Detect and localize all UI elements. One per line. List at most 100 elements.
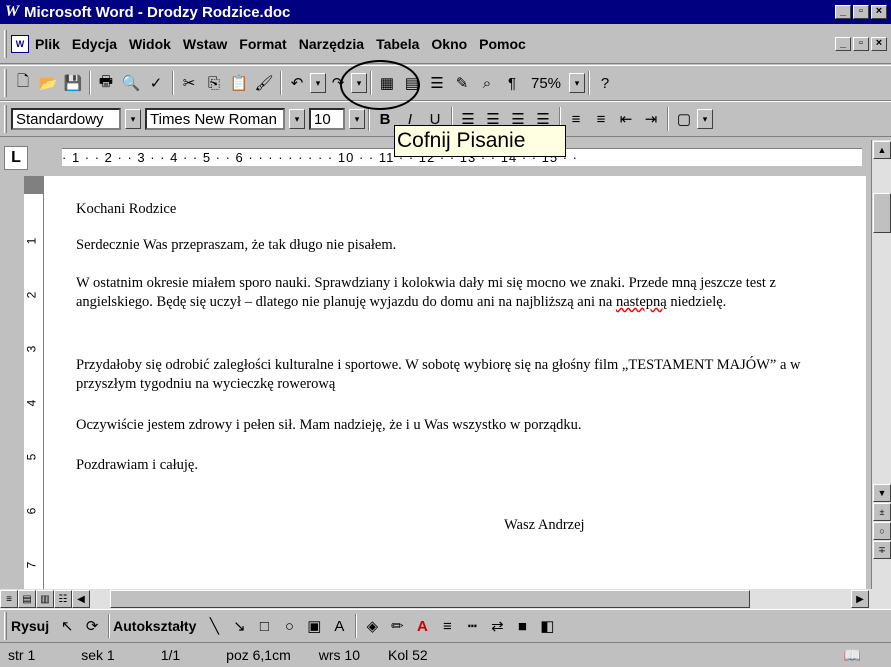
maximize-button[interactable]: ▫: [853, 5, 869, 19]
style-select[interactable]: Standardowy: [11, 108, 121, 130]
undo-icon[interactable]: ↶: [285, 71, 309, 95]
numbering-icon[interactable]: ≡: [564, 107, 588, 131]
paragraph-greeting[interactable]: Kochani Rodzice: [76, 200, 846, 219]
line-color-icon[interactable]: ✏: [385, 614, 409, 638]
paragraph-plans[interactable]: Przydałoby się odrobić zaległości kultur…: [76, 356, 846, 394]
menu-okno[interactable]: Okno: [431, 36, 467, 52]
doc-minimize-button[interactable]: _: [835, 36, 851, 51]
toolbar-grip[interactable]: [4, 69, 7, 97]
menu-tabela[interactable]: Tabela: [376, 36, 419, 52]
minimize-button[interactable]: _: [835, 5, 851, 19]
doc-restore-button[interactable]: ▫: [853, 36, 869, 51]
drawing-toolbar: Rysuj ↖ ⟳ Autokształty ╲ ↘ □ ○ ▣ A ◈ ✏ A…: [0, 609, 891, 643]
vertical-scrollbar[interactable]: ▲ ▼ ± ○ ∓: [871, 140, 891, 589]
rectangle-icon[interactable]: □: [252, 614, 276, 638]
size-select[interactable]: 10: [309, 108, 345, 130]
menu-format[interactable]: Format: [239, 36, 286, 52]
outline-view-icon[interactable]: ☷: [54, 590, 72, 608]
font-select[interactable]: Times New Roman: [145, 108, 285, 130]
show-paragraph-icon[interactable]: ¶: [500, 71, 524, 95]
document-map-icon[interactable]: ⌕: [475, 71, 499, 95]
draw-menu-button[interactable]: Rysuj: [11, 618, 49, 634]
autoshapes-button[interactable]: Autokształty: [113, 618, 196, 634]
doc-close-button[interactable]: ×: [871, 36, 887, 51]
font-color-icon[interactable]: A: [410, 614, 434, 638]
line-icon[interactable]: ╲: [202, 614, 226, 638]
shadow-icon[interactable]: ■: [510, 614, 534, 638]
paragraph-signature[interactable]: Wasz Andrzej: [504, 516, 704, 535]
next-page-icon[interactable]: ∓: [873, 541, 891, 559]
menu-grip[interactable]: [4, 29, 7, 58]
style-dropdown-icon[interactable]: ▾: [125, 109, 141, 129]
style-value: Standardowy: [16, 110, 104, 128]
text-box-icon[interactable]: ▣: [302, 614, 326, 638]
menu-plik[interactable]: Plik: [35, 36, 60, 52]
status-line: wrs 10: [318, 647, 360, 663]
document-page[interactable]: Kochani Rodzice Serdecznie Was przeprasz…: [44, 176, 866, 589]
fill-color-icon[interactable]: ◈: [360, 614, 384, 638]
open-folder-icon[interactable]: 📂: [36, 71, 60, 95]
drawing-icon[interactable]: ✎: [450, 71, 474, 95]
menu-wstaw[interactable]: Wstaw: [183, 36, 227, 52]
borders-dropdown-icon[interactable]: ▾: [697, 109, 713, 129]
menu-pomoc[interactable]: Pomoc: [479, 36, 526, 52]
line-style-icon[interactable]: ≡: [435, 614, 459, 638]
increase-indent-icon[interactable]: ⇥: [639, 107, 663, 131]
menu-edycja[interactable]: Edycja: [72, 36, 117, 52]
scroll-down-icon[interactable]: ▼: [873, 484, 891, 502]
undo-dropdown-icon[interactable]: ▾: [310, 73, 326, 93]
scroll-left-icon[interactable]: ◀: [72, 590, 90, 608]
horizontal-scroll-thumb[interactable]: [110, 590, 750, 608]
scroll-up-icon[interactable]: ▲: [873, 141, 891, 159]
spelling-icon[interactable]: ✓: [144, 71, 168, 95]
scroll-thumb[interactable]: [873, 193, 891, 233]
horizontal-scrollbar: ≡ ▤ ▥ ☷ ◀ ▶: [0, 589, 891, 609]
cut-icon[interactable]: ✂: [177, 71, 201, 95]
size-dropdown-icon[interactable]: ▾: [349, 109, 365, 129]
menu-widok[interactable]: Widok: [129, 36, 171, 52]
columns-icon[interactable]: ☰: [425, 71, 449, 95]
scroll-right-icon[interactable]: ▶: [851, 590, 869, 608]
web-view-icon[interactable]: ▤: [18, 590, 36, 608]
vruler-mark: 1: [24, 237, 39, 245]
print-icon[interactable]: 🖶: [94, 71, 118, 95]
document-icon[interactable]: W: [11, 34, 29, 53]
previous-page-icon[interactable]: ±: [873, 503, 891, 521]
3d-icon[interactable]: ◧: [535, 614, 559, 638]
oval-icon[interactable]: ○: [277, 614, 301, 638]
arrow-icon[interactable]: ↘: [227, 614, 251, 638]
menu-narzedzia[interactable]: Narzędzia: [299, 36, 364, 52]
print-layout-icon[interactable]: ▥: [36, 590, 54, 608]
paste-icon[interactable]: 📋: [227, 71, 251, 95]
bullets-icon[interactable]: ≡: [589, 107, 613, 131]
paragraph-health[interactable]: Oczywiście jestem zdrowy i pełen sił. Ma…: [76, 416, 846, 435]
browse-object-icon[interactable]: ○: [873, 522, 891, 540]
select-objects-icon[interactable]: ↖: [55, 614, 79, 638]
formatting-grip[interactable]: [4, 105, 7, 133]
print-preview-icon[interactable]: 🔍: [119, 71, 143, 95]
format-painter-icon[interactable]: 🖌: [252, 71, 276, 95]
drawing-grip[interactable]: [4, 612, 7, 640]
arrow-style-icon[interactable]: ⇄: [485, 614, 509, 638]
highlight-circle: [340, 60, 420, 110]
zoom-dropdown-icon[interactable]: ▾: [569, 73, 586, 93]
tab-stop-selector[interactable]: L: [4, 146, 28, 170]
font-dropdown-icon[interactable]: ▾: [289, 109, 305, 129]
dash-style-icon[interactable]: ┅: [460, 614, 484, 638]
paragraph-apology[interactable]: Serdecznie Was przepraszam, że tak długo…: [76, 236, 846, 255]
normal-view-icon[interactable]: ≡: [0, 590, 18, 608]
new-document-icon[interactable]: 🗋: [11, 71, 35, 95]
spelling-status-icon[interactable]: 📖: [844, 647, 861, 664]
zoom-value[interactable]: 75%: [531, 75, 561, 92]
decrease-indent-icon[interactable]: ⇤: [614, 107, 638, 131]
paragraph-studies[interactable]: W ostatnim okresie miałem sporo nauki. S…: [76, 274, 846, 312]
wordart-icon[interactable]: A: [327, 614, 351, 638]
paragraph-closing[interactable]: Pozdrawiam i całuję.: [76, 456, 846, 475]
borders-icon[interactable]: ▢: [672, 107, 696, 131]
copy-icon[interactable]: ⎘: [202, 71, 226, 95]
help-icon[interactable]: ?: [593, 71, 617, 95]
save-icon[interactable]: 💾: [61, 71, 85, 95]
word-icon[interactable]: W: [4, 4, 20, 20]
close-button[interactable]: ×: [871, 5, 887, 19]
free-rotate-icon[interactable]: ⟳: [80, 614, 104, 638]
